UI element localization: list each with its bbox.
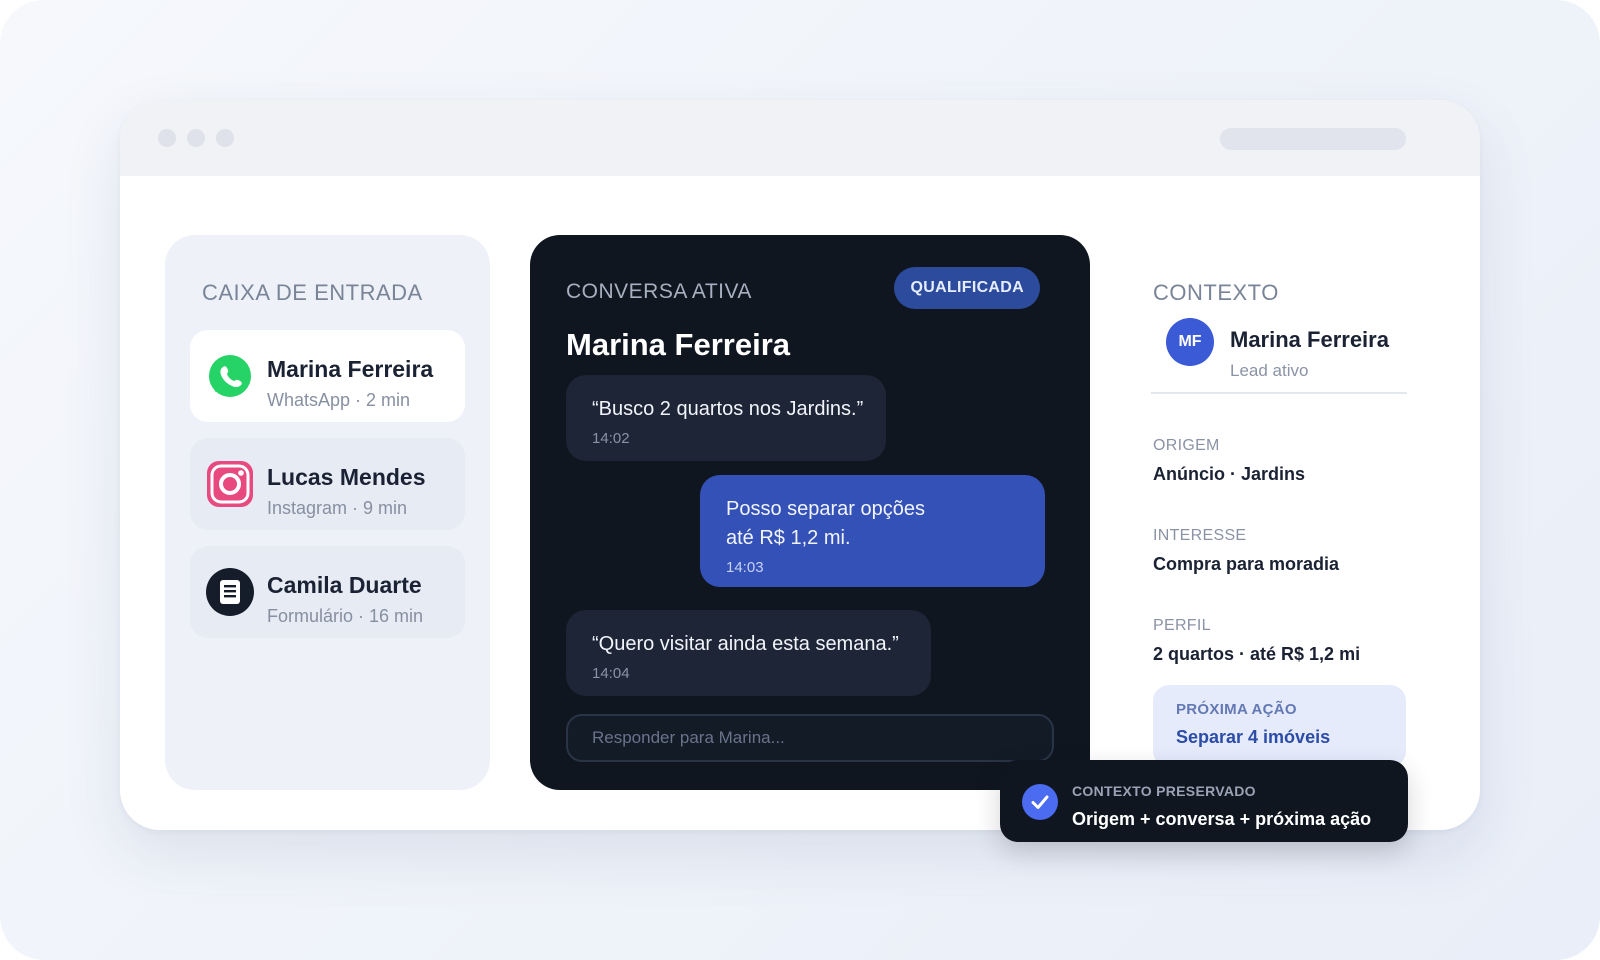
conversation-label: CONVERSA ATIVA — [566, 280, 752, 303]
field-label-perfil: PERFIL — [1153, 617, 1211, 634]
next-action-label: PRÓXIMA AÇÃO — [1176, 701, 1297, 718]
next-action-card[interactable]: PRÓXIMA AÇÃO Separar 4 imóveis — [1153, 685, 1406, 767]
inbox-item-marina[interactable]: Marina Ferreira WhatsApp · 2 min — [190, 330, 465, 422]
window-titlebar — [120, 100, 1480, 176]
field-label-interesse: INTERESSE — [1153, 527, 1247, 544]
contact-name: Marina Ferreira — [1230, 327, 1389, 352]
message-text: “Quero visitar ainda esta semana.” — [592, 633, 899, 655]
inbox-item-camila[interactable]: Camila Duarte Formulário · 16 min — [190, 546, 465, 638]
whatsapp-icon — [206, 352, 254, 400]
address-bar[interactable] — [1220, 128, 1406, 150]
message-time: 14:03 — [726, 559, 764, 576]
message-time: 14:04 — [592, 665, 630, 682]
window-minimize-dot[interactable] — [187, 129, 205, 147]
message-text: Posso separar opções — [726, 498, 926, 520]
window-maximize-dot[interactable] — [216, 129, 234, 147]
reply-input[interactable] — [566, 714, 1054, 762]
toast-label: CONTEXTO PRESERVADO — [1072, 783, 1256, 799]
message-incoming: “Busco 2 quartos nos Jardins.” 14:02 — [566, 375, 886, 461]
inbox-item-meta: Instagram · 9 min — [267, 498, 408, 518]
inbox-item-name: Lucas Mendes — [267, 464, 426, 490]
inbox-panel: CAIXA DE ENTRADA Marina Ferreira WhatsAp… — [165, 235, 490, 790]
message-text: “Busco 2 quartos nos Jardins.” — [592, 398, 864, 420]
toast-text: Origem + conversa + próxima ação — [1072, 809, 1372, 829]
field-label-origem: ORIGEM — [1153, 437, 1220, 454]
field-value-perfil: 2 quartos · até R$ 1,2 mi — [1153, 644, 1361, 664]
field-value-interesse: Compra para moradia — [1153, 554, 1340, 574]
form-icon — [206, 568, 254, 616]
inbox-title: CAIXA DE ENTRADA — [202, 280, 423, 305]
context-preserved-toast: CONTEXTO PRESERVADO Origem + conversa + … — [1000, 760, 1408, 842]
instagram-icon — [206, 460, 254, 508]
conversation-title: Marina Ferreira — [566, 327, 790, 362]
field-value-origem: Anúncio · Jardins — [1153, 464, 1306, 484]
next-action-value: Separar 4 imóveis — [1176, 727, 1331, 747]
inbox-item-name: Camila Duarte — [267, 572, 422, 598]
window-close-dot[interactable] — [158, 129, 176, 147]
contact-status: Lead ativo — [1230, 361, 1309, 380]
context-panel: CONTEXTO MF Marina Ferreira Lead ativo O… — [1151, 235, 1412, 775]
message-outgoing: Posso separar opções até R$ 1,2 mi. 14:0… — [700, 475, 1045, 587]
message-incoming: “Quero visitar ainda esta semana.” 14:04 — [566, 610, 931, 696]
message-text: até R$ 1,2 mi. — [726, 527, 851, 549]
conversation-panel: CONVERSA ATIVA QUALIFICADA Marina Ferrei… — [530, 235, 1090, 790]
avatar: MF — [1166, 318, 1214, 366]
inbox-item-lucas[interactable]: Lucas Mendes Instagram · 9 min — [190, 438, 465, 530]
status-badge: QUALIFICADA — [894, 267, 1040, 309]
inbox-item-meta: Formulário · 16 min — [267, 606, 424, 626]
inbox-item-name: Marina Ferreira — [267, 356, 434, 382]
context-title: CONTEXTO — [1153, 280, 1279, 305]
check-icon — [1022, 784, 1058, 820]
inbox-item-meta: WhatsApp · 2 min — [267, 390, 411, 410]
divider — [1151, 392, 1407, 394]
message-time: 14:02 — [592, 430, 630, 447]
